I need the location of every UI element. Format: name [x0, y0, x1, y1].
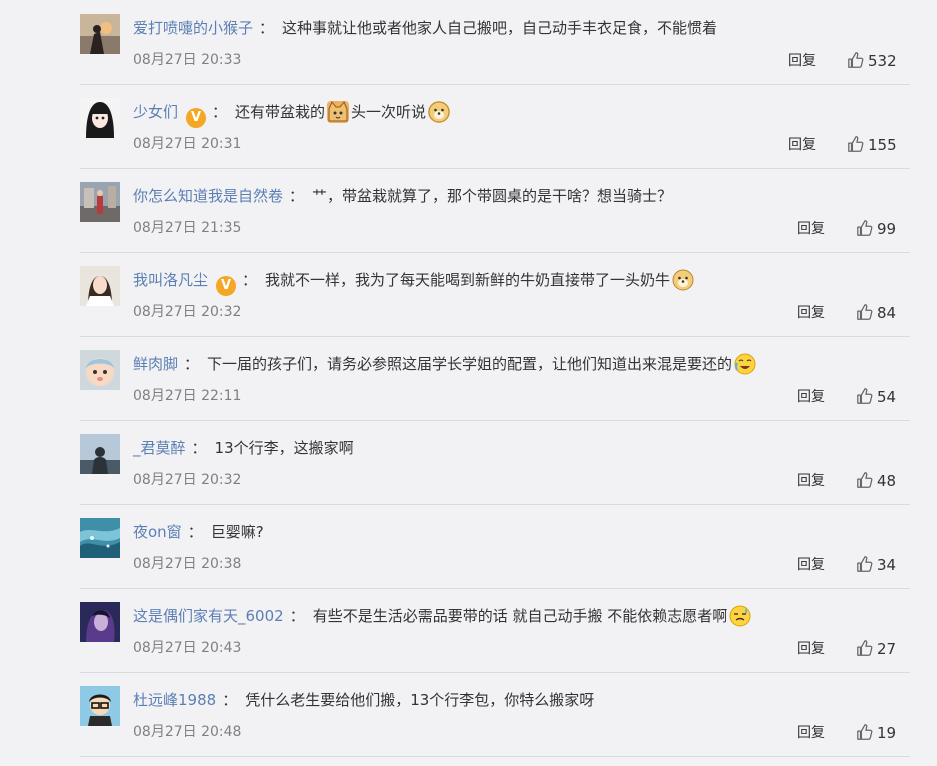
like-count: 84 [877, 304, 897, 322]
comment-item: 你怎么知道我是自然卷 ： 艹，带盆栽就算了，那个带圆桌的是干啥？想当骑士？ 08月2… [80, 168, 910, 253]
comment-item: 鲜肉脚：下一届的孩子们，请务必参照这届学长学姐的配置，让他们知道出来混是要还的 … [80, 336, 910, 421]
thumbs-up-icon [848, 52, 864, 68]
avatar[interactable] [80, 602, 120, 642]
colon-separator: ： [187, 523, 203, 541]
thumbs-up-icon [857, 556, 873, 572]
comment-time: 08月27日 21:35 [133, 220, 242, 236]
comment-text: 这种事就让他或者他家人自己搬吧，自己动手丰衣足食，不能惯着 [282, 19, 718, 37]
like-count: 48 [877, 472, 897, 490]
like-button[interactable]: 34 [856, 554, 896, 576]
verified-badge-icon: V [186, 108, 207, 128]
reply-button[interactable]: 回复 [788, 135, 816, 155]
avatar[interactable] [80, 14, 120, 54]
reply-button[interactable]: 回复 [797, 555, 825, 575]
comment-time: 08月27日 20:43 [133, 640, 242, 656]
thumbs-up-icon [857, 304, 873, 320]
username-link[interactable]: 爱打喷嚏的小猴子 [133, 19, 253, 37]
reply-button[interactable]: 回复 [797, 471, 825, 491]
username-link[interactable]: 夜on窗 [133, 523, 182, 541]
cat-emoji-icon [327, 101, 350, 123]
reply-button[interactable]: 回复 [797, 639, 825, 659]
comment-item: 这是偶们家有天_6002 ： 有些不是生活必需品要带的话 就自己动手搬 不能依赖志愿… [80, 588, 910, 673]
crying-laugh-emoji-icon [734, 353, 756, 375]
comment-time: 08月27日 20:32 [133, 472, 242, 488]
comment-time: 08月27日 20:48 [133, 724, 242, 740]
verified-badge-icon: V [216, 276, 237, 296]
like-button[interactable]: 99 [856, 218, 896, 240]
reply-button[interactable]: 回复 [797, 219, 825, 239]
colon-separator: ： [289, 607, 305, 625]
colon-separator: ： [289, 187, 305, 205]
comment-item: 少女们 V ： 还有带盆栽的 头一次听说 08月27日 20:31 回复 155 [80, 84, 910, 169]
like-count: 19 [877, 724, 897, 742]
comment-text: 下一届的孩子们，请务必参照这届学长学姐的配置，让他们知道出来混是要还的 [207, 355, 733, 373]
like-button[interactable]: 532 [847, 50, 897, 72]
comment-time: 08月27日 20:33 [133, 52, 242, 68]
username-link[interactable]: 这是偶们家有天_6002 [133, 607, 284, 625]
like-count: 34 [877, 556, 897, 574]
avatar[interactable] [80, 266, 120, 306]
colon-separator: ： [259, 19, 275, 37]
comment-text-continued: 头一次听说 [351, 103, 427, 121]
comment-time: 08月27日 22:11 [133, 388, 242, 404]
thumbs-up-icon [857, 724, 873, 740]
like-count: 54 [877, 388, 897, 406]
like-count: 99 [877, 220, 897, 238]
like-count: 155 [868, 136, 897, 154]
avatar[interactable] [80, 518, 120, 558]
colon-separator: ： [242, 271, 258, 289]
comment-item: 我叫洛凡尘 V ： 我就不一样，我为了每天能喝到新鲜的牛奶直接带了一头奶牛 08月27… [80, 252, 910, 337]
comment-time: 08月27日 20:38 [133, 556, 242, 572]
thumbs-up-icon [857, 640, 873, 656]
thumbs-up-icon [857, 388, 873, 404]
doge-emoji-icon [672, 269, 694, 291]
reply-button[interactable]: 回复 [797, 723, 825, 743]
colon-separator: ： [222, 691, 238, 709]
thumbs-up-icon [857, 472, 873, 488]
avatar[interactable] [80, 182, 120, 222]
reply-button[interactable]: 回复 [797, 303, 825, 323]
avatar[interactable] [80, 98, 120, 138]
comment-item: 夜on窗 ： 巨婴嘛? 08月27日 20:38 回复 34 [80, 504, 910, 589]
comment-text: 巨婴嘛? [210, 523, 264, 541]
comment-list: 爱打喷嚏的小猴子 ： 这种事就让他或者他家人自己搬吧，自己动手丰衣足食，不能惯着 0… [0, 0, 937, 766]
comment-time: 08月27日 20:31 [133, 136, 242, 152]
doge-emoji-icon [428, 101, 451, 123]
sweat-emoji-icon [729, 605, 751, 627]
comment-text: 我就不一样，我为了每天能喝到新鲜的牛奶直接带了一头奶牛 [265, 271, 671, 289]
like-button[interactable]: 19 [856, 722, 896, 744]
colon-separator: ： [212, 103, 228, 121]
username-link[interactable]: 你怎么知道我是自然卷 [133, 187, 283, 205]
like-button[interactable]: 48 [856, 470, 896, 492]
comment-text: 凭什么老生要给他们搬，13个行李包，你特么搬家呀 [245, 691, 595, 709]
comment-item: 爱打喷嚏的小猴子 ： 这种事就让他或者他家人自己搬吧，自己动手丰衣足食，不能惯着 0… [80, 0, 910, 85]
comment-item: 杜远峰1988 ： 凭什么老生要给他们搬，13个行李包，你特么搬家呀 08月27日 … [80, 672, 910, 757]
username-link[interactable]: _君莫醉 [133, 439, 186, 457]
like-button[interactable]: 27 [856, 638, 896, 660]
username-link[interactable]: 鲜肉脚 [133, 355, 178, 373]
thumbs-up-icon [848, 136, 864, 152]
like-button[interactable]: 54 [856, 386, 896, 408]
avatar[interactable] [80, 350, 120, 390]
thumbs-up-icon [857, 220, 873, 236]
comment-text: 还有带盆栽的 [235, 103, 326, 121]
comment-text: 有些不是生活必需品要带的话 就自己动手搬 不能依赖志愿者啊 [312, 607, 728, 625]
username-link[interactable]: 少女们 [133, 103, 178, 121]
like-button[interactable]: 155 [847, 134, 897, 156]
like-count: 27 [877, 640, 897, 658]
avatar[interactable] [80, 434, 120, 474]
colon-separator: ： [184, 355, 200, 373]
comment-text: 13个行李，这搬家啊 [214, 439, 354, 457]
colon-separator: ： [191, 439, 207, 457]
comment-text: 艹，带盆栽就算了，那个带圆桌的是干啥？想当骑士？ [312, 187, 673, 205]
like-count: 532 [868, 52, 897, 70]
reply-button[interactable]: 回复 [797, 387, 825, 407]
comment-item: _君莫醉 ： 13个行李，这搬家啊 08月27日 20:32 回复 48 [80, 420, 910, 505]
reply-button[interactable]: 回复 [788, 51, 816, 71]
like-button[interactable]: 84 [856, 302, 896, 324]
username-link[interactable]: 我叫洛凡尘 [133, 271, 208, 289]
avatar[interactable] [80, 686, 120, 726]
comment-time: 08月27日 20:32 [133, 304, 242, 320]
username-link[interactable]: 杜远峰1988 [133, 691, 216, 709]
